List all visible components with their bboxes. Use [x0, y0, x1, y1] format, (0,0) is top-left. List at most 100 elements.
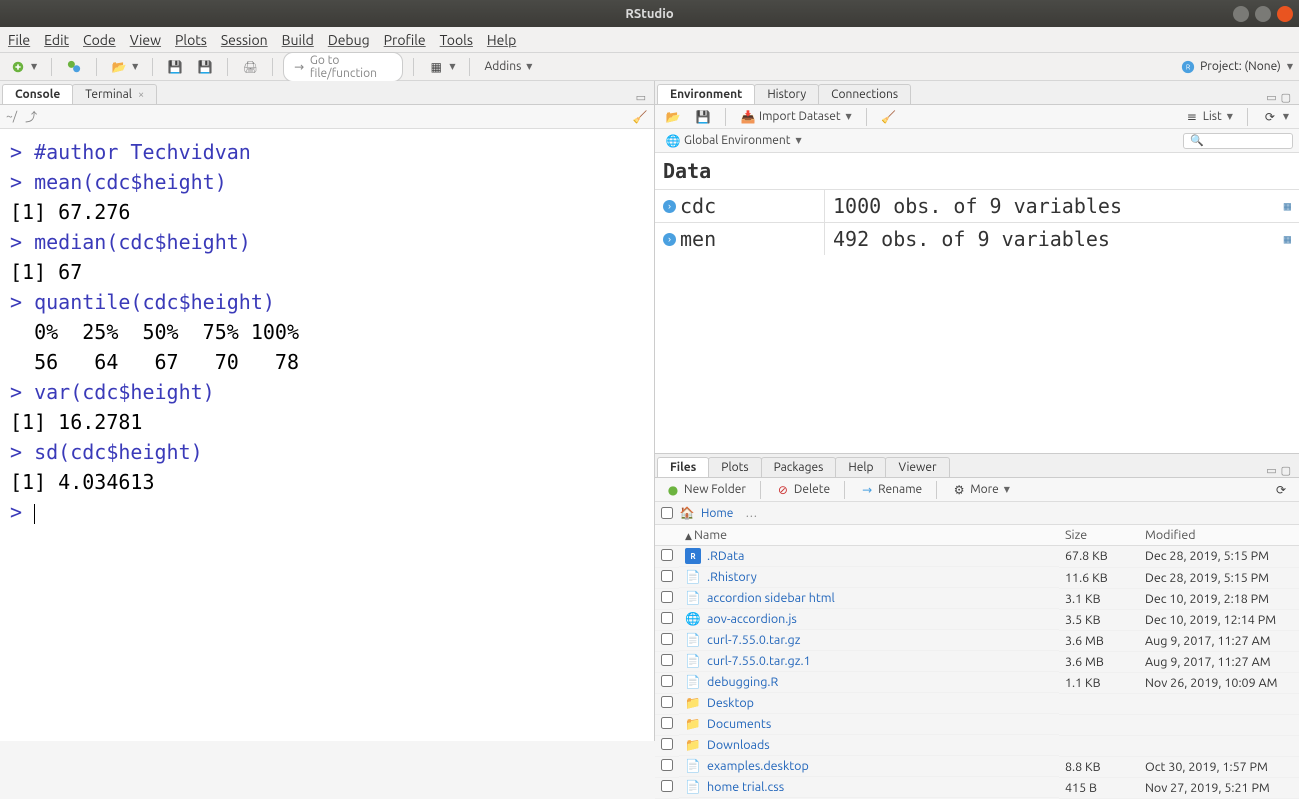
tab-files[interactable]: Files: [657, 457, 709, 477]
menu-help[interactable]: Help: [487, 32, 516, 48]
file-name-link[interactable]: examples.desktop: [707, 759, 809, 773]
load-workspace-button[interactable]: 📂: [661, 108, 685, 126]
file-name-link[interactable]: Downloads: [707, 738, 770, 752]
print-button[interactable]: 🖨: [238, 58, 262, 76]
refresh-files-button[interactable]: ⟳: [1269, 481, 1293, 499]
col-modified-header[interactable]: Modified: [1139, 525, 1299, 546]
col-name-header[interactable]: ▲ Name: [679, 525, 1059, 546]
menu-code[interactable]: Code: [83, 32, 116, 48]
file-name-link[interactable]: Documents: [707, 717, 771, 731]
file-row[interactable]: 📄accordion sidebar html3.1 KBDec 10, 201…: [655, 588, 1299, 609]
file-row[interactable]: 📄examples.desktop8.8 KBOct 30, 2019, 1:5…: [655, 756, 1299, 777]
file-row[interactable]: 📄debugging.R1.1 KBNov 26, 2019, 10:09 AM: [655, 672, 1299, 693]
new-project-button[interactable]: [62, 58, 86, 76]
pane-layout-button[interactable]: ▦▼: [424, 58, 459, 76]
project-selector[interactable]: R Project: (None) ▼: [1180, 59, 1293, 75]
menu-session[interactable]: Session: [221, 32, 268, 48]
menu-view[interactable]: View: [130, 32, 161, 48]
env-search-input[interactable]: [1183, 133, 1293, 149]
file-checkbox[interactable]: [661, 612, 673, 624]
file-row[interactable]: 📄.Rhistory11.6 KBDec 28, 2019, 5:15 PM: [655, 567, 1299, 588]
file-checkbox[interactable]: [661, 675, 673, 687]
file-name-link[interactable]: .RData: [707, 549, 744, 563]
env-view-mode[interactable]: ≡List▼: [1180, 108, 1237, 126]
file-checkbox[interactable]: [661, 570, 673, 582]
new-folder-button[interactable]: ●New Folder: [661, 481, 750, 499]
file-checkbox[interactable]: [661, 549, 673, 561]
tab-console[interactable]: Console: [2, 84, 73, 104]
tab-environment[interactable]: Environment: [657, 84, 755, 104]
tab-history[interactable]: History: [754, 84, 819, 104]
tab-plots[interactable]: Plots: [708, 457, 761, 477]
file-name-link[interactable]: .Rhistory: [707, 570, 757, 584]
view-data-icon[interactable]: ▦: [1284, 232, 1291, 246]
refresh-env-button[interactable]: ⟳▼: [1258, 108, 1293, 126]
col-size-header[interactable]: Size: [1059, 525, 1139, 546]
clear-workspace-button[interactable]: 🧹: [877, 108, 901, 126]
file-row[interactable]: 🌐aov-accordion.js3.5 KBDec 10, 2019, 12:…: [655, 609, 1299, 630]
file-row[interactable]: 📄curl-7.55.0.tar.gz.13.6 MBAug 9, 2017, …: [655, 651, 1299, 672]
select-all-checkbox[interactable]: [661, 507, 673, 519]
home-icon[interactable]: 🏠: [679, 505, 695, 521]
tab-viewer[interactable]: Viewer: [885, 457, 949, 477]
file-name-link[interactable]: debugging.R: [707, 675, 778, 689]
file-row[interactable]: 📁Documents: [655, 714, 1299, 735]
save-all-button[interactable]: 💾: [193, 58, 217, 76]
file-name-link[interactable]: accordion sidebar html: [707, 591, 835, 605]
rename-button[interactable]: →Rename: [855, 481, 926, 499]
menu-plots[interactable]: Plots: [175, 32, 207, 48]
file-row[interactable]: 📁Desktop: [655, 693, 1299, 714]
file-row[interactable]: 📄curl-7.55.0.tar.gz3.6 MBAug 9, 2017, 11…: [655, 630, 1299, 651]
import-dataset-button[interactable]: 📥Import Dataset▼: [736, 108, 856, 126]
files-path-expand-button[interactable]: …: [745, 507, 757, 520]
open-file-button[interactable]: 📂▼: [107, 58, 142, 76]
expand-icon[interactable]: ›: [663, 233, 676, 246]
tab-help[interactable]: Help: [835, 457, 886, 477]
menu-edit[interactable]: Edit: [44, 32, 69, 48]
minimize-pane-icon[interactable]: ▭: [636, 91, 646, 104]
collapse-pane-icon[interactable]: ▭: [1266, 91, 1276, 104]
tab-packages[interactable]: Packages: [761, 457, 837, 477]
open-dir-icon[interactable]: ⤴: [23, 109, 39, 125]
window-maximize-button[interactable]: [1255, 6, 1271, 22]
file-name-link[interactable]: Desktop: [707, 696, 754, 710]
file-checkbox[interactable]: [661, 591, 673, 603]
window-close-button[interactable]: [1277, 6, 1293, 22]
new-file-button[interactable]: ▼: [6, 58, 41, 76]
file-row[interactable]: R.RData67.8 KBDec 28, 2019, 5:15 PM: [655, 546, 1299, 568]
save-button[interactable]: 💾: [163, 58, 187, 76]
menu-file[interactable]: File: [8, 32, 30, 48]
close-icon[interactable]: ×: [138, 89, 144, 101]
env-row[interactable]: ›cdc1000 obs. of 9 variables▦: [655, 189, 1299, 222]
menu-debug[interactable]: Debug: [328, 32, 370, 48]
file-row[interactable]: 📄home trial.css415 BNov 27, 2019, 5:21 P…: [655, 777, 1299, 798]
file-name-link[interactable]: curl-7.55.0.tar.gz: [707, 633, 800, 647]
menu-build[interactable]: Build: [282, 32, 314, 48]
menu-profile[interactable]: Profile: [384, 32, 426, 48]
delete-button[interactable]: ⊘Delete: [771, 481, 834, 499]
file-checkbox[interactable]: [661, 738, 673, 750]
clear-console-icon[interactable]: 🧹: [632, 109, 648, 125]
expand-icon[interactable]: ›: [663, 200, 676, 213]
console-output[interactable]: > #author Techvidvan > mean(cdc$height) …: [0, 129, 654, 741]
tab-terminal[interactable]: Terminal×: [72, 84, 157, 104]
collapse-pane-icon[interactable]: ▭: [1266, 464, 1276, 477]
env-row[interactable]: ›men492 obs. of 9 variables▦: [655, 222, 1299, 255]
file-checkbox[interactable]: [661, 654, 673, 666]
file-name-link[interactable]: home trial.css: [707, 780, 784, 794]
more-button[interactable]: ⚙More▼: [947, 481, 1014, 499]
file-checkbox[interactable]: [661, 717, 673, 729]
view-data-icon[interactable]: ▦: [1284, 199, 1291, 213]
go-to-file-input[interactable]: → Go to file/function: [283, 52, 403, 82]
home-link[interactable]: Home: [701, 507, 733, 520]
window-minimize-button[interactable]: [1233, 6, 1249, 22]
tab-connections[interactable]: Connections: [818, 84, 911, 104]
file-checkbox[interactable]: [661, 633, 673, 645]
addins-button[interactable]: Addins▼: [480, 59, 536, 74]
maximize-pane-icon[interactable]: ▢: [1281, 464, 1291, 477]
file-name-link[interactable]: aov-accordion.js: [707, 612, 797, 626]
file-row[interactable]: 📁Downloads: [655, 735, 1299, 756]
menu-tools[interactable]: Tools: [440, 32, 473, 48]
file-checkbox[interactable]: [661, 759, 673, 771]
file-name-link[interactable]: curl-7.55.0.tar.gz.1: [707, 654, 811, 668]
